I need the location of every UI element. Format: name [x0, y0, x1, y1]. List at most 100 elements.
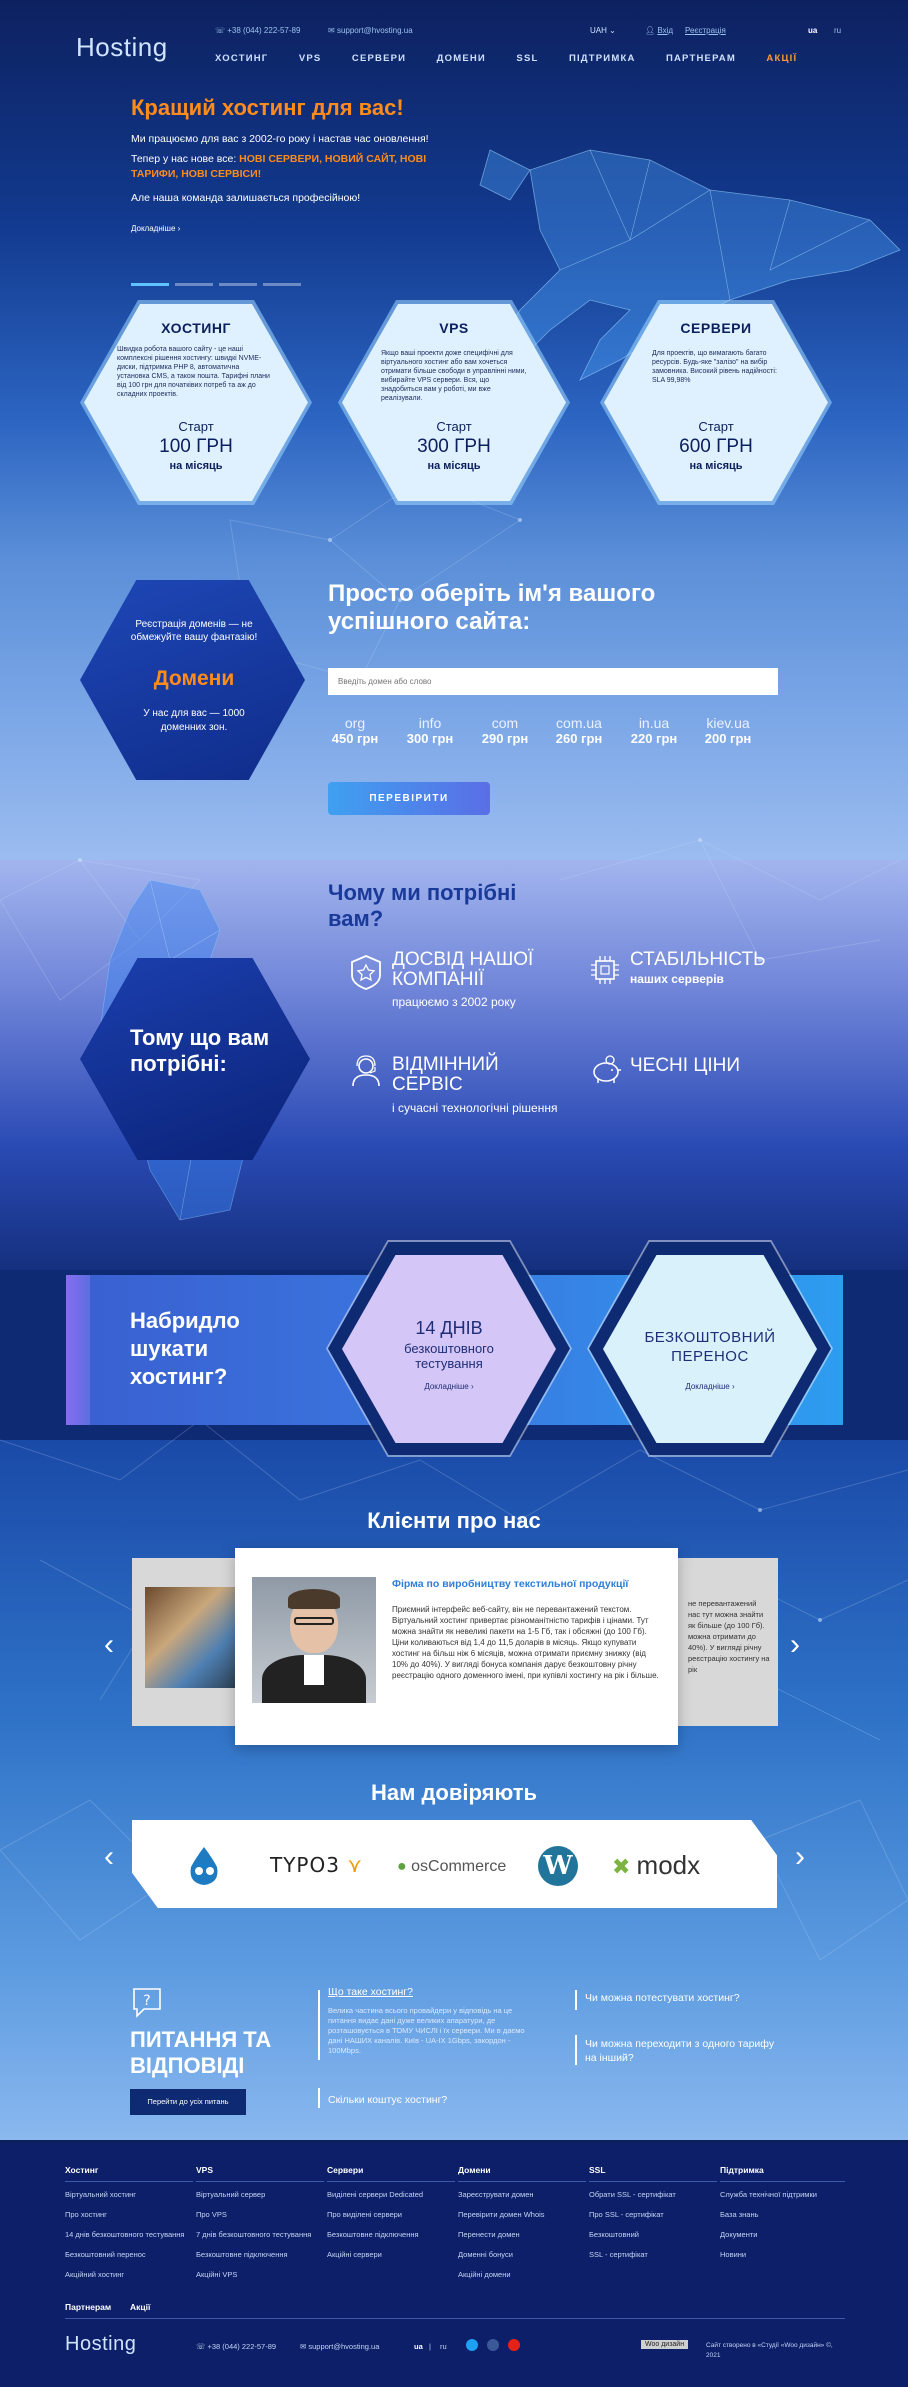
- footer-link[interactable]: Безкоштовний: [589, 2230, 717, 2240]
- footer-link[interactable]: Безкоштовне підключення: [327, 2230, 455, 2240]
- footer-link[interactable]: 14 днів безкоштовного тестування: [65, 2230, 193, 2240]
- faq-q1[interactable]: Що таке хостинг?: [328, 1986, 578, 1998]
- nav-partners[interactable]: Партнерам: [666, 53, 736, 64]
- footer-col-title[interactable]: Домени: [458, 2165, 586, 2175]
- footer-col-title[interactable]: Підтримка: [720, 2165, 845, 2175]
- nav-ssl[interactable]: SSL: [516, 53, 538, 64]
- nav-servers[interactable]: Сервери: [352, 53, 406, 64]
- zone-name: info: [418, 715, 442, 731]
- footer-link[interactable]: Доменні бонуси: [458, 2250, 586, 2260]
- footer-lang-ru[interactable]: ru: [440, 2342, 447, 2352]
- footer-col-servers: Сервери Виділені сервери Dedicated Про в…: [327, 2165, 455, 2270]
- footer-link[interactable]: Про VPS: [196, 2210, 324, 2220]
- login-link[interactable]: 👤︎ Вхід: [645, 26, 673, 35]
- zone-item[interactable]: org 450 грн: [315, 715, 395, 746]
- slider-dot[interactable]: [219, 283, 257, 286]
- wordpress-logo[interactable]: W: [538, 1846, 578, 1886]
- footer-link[interactable]: Обрати SSL - сертифікат: [589, 2190, 717, 2200]
- nav-hosting[interactable]: Хостинг: [215, 53, 268, 64]
- faq-q3[interactable]: Чи можна потестувати хостинг?: [585, 1992, 785, 2004]
- domain-search-input[interactable]: [328, 668, 778, 695]
- currency-select[interactable]: UAH ⌄: [590, 26, 616, 35]
- footer-link[interactable]: Акційні домени: [458, 2270, 586, 2280]
- footer-col-vps: VPS Віртуальний сервер Про VPS 7 днів бе…: [196, 2165, 324, 2290]
- nav-domains[interactable]: Домени: [437, 53, 486, 64]
- typo3-logo[interactable]: TYPO3 ⋎: [270, 1853, 363, 1877]
- zone-item[interactable]: com 290 грн: [465, 715, 545, 746]
- footer-link[interactable]: Про SSL - сертифікат: [589, 2210, 717, 2220]
- slider-dot[interactable]: [175, 283, 213, 286]
- twitter-icon[interactable]: [466, 2339, 478, 2351]
- footer-col-title[interactable]: SSL: [589, 2165, 717, 2175]
- register-link[interactable]: Реєстрація: [685, 26, 726, 35]
- logo[interactable]: Hosting: [76, 32, 168, 63]
- footer-link[interactable]: Віртуальний хостинг: [65, 2190, 193, 2200]
- faq-q4[interactable]: Чи можна переходити з одного тарифу на і…: [585, 2037, 785, 2065]
- nav-support[interactable]: Підтримка: [569, 53, 636, 64]
- footer-link[interactable]: Акційний хостинг: [65, 2270, 193, 2280]
- logo-text: Hosting: [76, 32, 168, 62]
- hero-more-link[interactable]: Докладніше ›: [131, 224, 180, 233]
- footer-promo-link[interactable]: Акції: [130, 2302, 150, 2312]
- hero-more-text: Докладніше: [131, 224, 176, 233]
- footer-phone[interactable]: ☏ +38 (044) 222-57-89: [196, 2342, 276, 2352]
- clients-title: Клієнти про нас: [367, 1508, 541, 1533]
- footer-link[interactable]: Акційні сервери: [327, 2250, 455, 2260]
- faq-all-button[interactable]: Перейти до усіх питань: [130, 2089, 246, 2115]
- footer-link[interactable]: Зареєструвати домен: [458, 2190, 586, 2200]
- footer-link[interactable]: Про хостинг: [65, 2210, 193, 2220]
- domains-hex-text-2: У нас для вас — 1000 доменних зон.: [143, 708, 245, 733]
- lang-ua[interactable]: ua: [808, 26, 817, 35]
- faq-q2[interactable]: Скільки коштує хостинг?: [328, 2094, 578, 2106]
- studio-badge[interactable]: Woo дизайн: [641, 2340, 689, 2349]
- zone-item[interactable]: info 300 грн: [390, 715, 470, 746]
- footer-col-title[interactable]: Хостинг: [65, 2165, 193, 2175]
- phone-icon: ☏: [215, 26, 228, 35]
- clients-next-arrow[interactable]: ›: [790, 1628, 800, 1662]
- footer-email[interactable]: ✉ support@hvosting.ua: [300, 2342, 379, 2352]
- zone-item[interactable]: kiev.ua 200 грн: [688, 715, 768, 746]
- transfer-more-link[interactable]: Докладніше ›: [660, 1382, 760, 1391]
- zone-price: 220 грн: [630, 731, 678, 746]
- footer-col-title[interactable]: Сервери: [327, 2165, 455, 2175]
- drupal-logo[interactable]: [185, 1845, 223, 1887]
- slider-dot[interactable]: [263, 283, 301, 286]
- footer-link[interactable]: SSL - сертифікат: [589, 2250, 717, 2260]
- trust-prev-arrow[interactable]: ‹: [104, 1840, 114, 1874]
- footer-link[interactable]: 7 днів безкоштовного тестування: [196, 2230, 324, 2240]
- footer-link[interactable]: Перенести домен: [458, 2230, 586, 2240]
- clients-prev-arrow[interactable]: ‹: [104, 1628, 114, 1662]
- header-phone[interactable]: ☏ +38 (044) 222-57-89: [215, 26, 300, 35]
- nav-vps[interactable]: VPS: [299, 53, 322, 64]
- footer-link[interactable]: Виділені сервери Dedicated: [327, 2190, 455, 2200]
- trust-next-arrow[interactable]: ›: [795, 1840, 805, 1874]
- slider-dot[interactable]: [131, 283, 169, 286]
- footer-col-title[interactable]: VPS: [196, 2165, 324, 2175]
- footer-lang-ua[interactable]: ua: [414, 2342, 423, 2352]
- footer-partners-link[interactable]: Партнерам: [65, 2302, 111, 2312]
- nav-promo[interactable]: Акції: [766, 53, 797, 64]
- oscommerce-logo[interactable]: ● osCommerce: [397, 1858, 506, 1876]
- check-domain-button[interactable]: ПЕРЕВІРИТИ: [328, 782, 490, 815]
- footer-link[interactable]: База знань: [720, 2210, 845, 2220]
- zone-item[interactable]: com.ua 260 грн: [539, 715, 619, 746]
- footer-link[interactable]: Безкоштовний перенос: [65, 2250, 193, 2260]
- footer-link[interactable]: Перевірити домен Whois: [458, 2210, 586, 2220]
- modx-logo[interactable]: ✖ modx: [612, 1850, 700, 1881]
- facebook-icon[interactable]: [487, 2339, 499, 2351]
- footer-link[interactable]: Акційні VPS: [196, 2270, 324, 2280]
- modx-icon: ✖: [612, 1854, 637, 1879]
- youtube-icon[interactable]: [508, 2339, 520, 2351]
- footer-link[interactable]: Документи: [720, 2230, 845, 2240]
- footer-copyright: Сайт створено в «Студії «Woo дизайн» ©, …: [706, 2342, 833, 2359]
- header-email[interactable]: ✉ support@hvosting.ua: [328, 26, 413, 35]
- zone-item[interactable]: in.ua 220 грн: [614, 715, 694, 746]
- footer-link[interactable]: Новини: [720, 2250, 845, 2260]
- footer-logo[interactable]: Hosting: [65, 2333, 136, 2356]
- footer-link[interactable]: Служба технічної підтримки: [720, 2190, 845, 2200]
- lang-ru[interactable]: ru: [834, 26, 841, 35]
- footer-link[interactable]: Про виділені сервери: [327, 2210, 455, 2220]
- trial-more-link[interactable]: Докладніше ›: [400, 1382, 498, 1391]
- footer-link[interactable]: Безкоштовне підключення: [196, 2250, 324, 2260]
- footer-link[interactable]: Віртуальний сервер: [196, 2190, 324, 2200]
